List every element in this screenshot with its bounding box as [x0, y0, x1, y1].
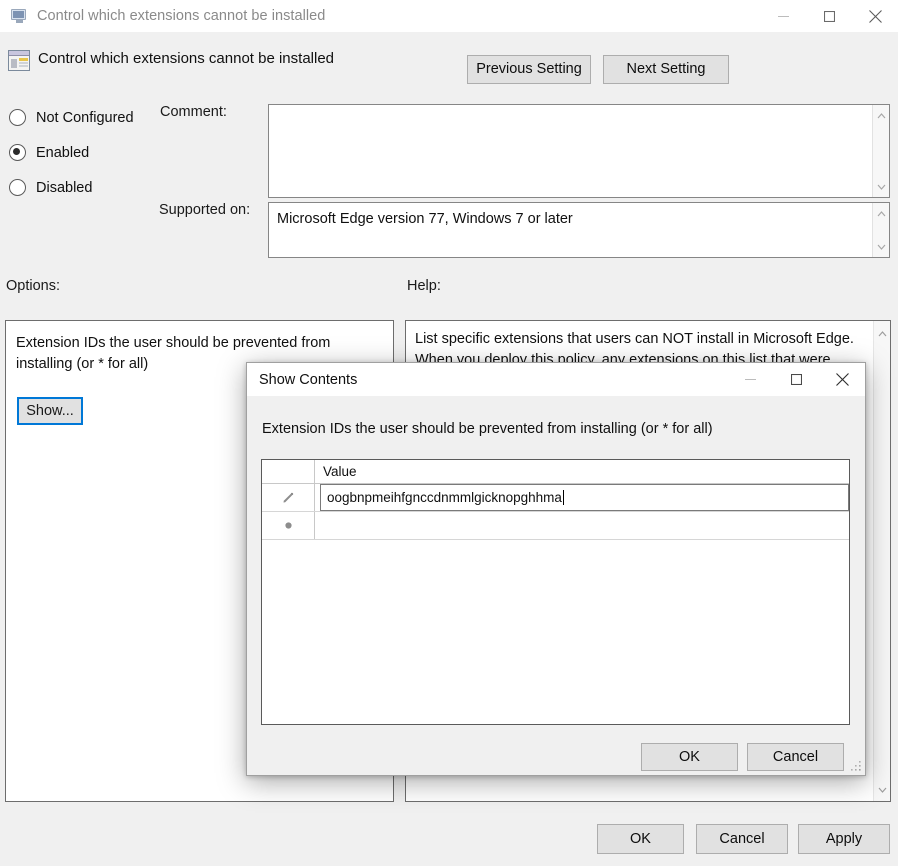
scroll-up-icon[interactable] — [873, 206, 890, 221]
radio-disabled[interactable]: Disabled — [9, 179, 92, 196]
next-setting-button[interactable]: Next Setting — [603, 55, 729, 84]
close-icon[interactable] — [852, 0, 898, 32]
radio-indicator — [9, 179, 26, 196]
text-caret — [563, 490, 564, 505]
apply-button[interactable]: Apply — [798, 824, 890, 854]
radio-label: Disabled — [36, 180, 92, 196]
column-header-value[interactable]: Value — [315, 460, 849, 483]
scroll-up-icon[interactable] — [873, 108, 890, 123]
comment-value[interactable] — [269, 105, 872, 197]
scroll-up-icon[interactable] — [878, 325, 887, 341]
table-row-new[interactable] — [262, 512, 849, 540]
row-value-cell-empty[interactable] — [315, 512, 849, 539]
help-scrollbar[interactable] — [873, 321, 890, 801]
grid-header-row: Value — [262, 460, 849, 484]
modal-titlebar: Show Contents — [247, 363, 865, 396]
resize-grip-icon[interactable] — [850, 760, 862, 772]
radio-enabled[interactable]: Enabled — [9, 144, 89, 161]
supported-on-field: Microsoft Edge version 77, Windows 7 or … — [268, 202, 890, 258]
radio-indicator — [9, 109, 26, 126]
supported-on-scrollbar[interactable] — [872, 203, 889, 257]
ok-button[interactable]: OK — [597, 824, 684, 854]
comment-label: Comment: — [160, 104, 227, 120]
minimize-icon[interactable] — [760, 0, 806, 32]
comment-textarea[interactable] — [268, 104, 890, 198]
previous-setting-button[interactable]: Previous Setting — [467, 55, 591, 84]
pencil-edit-icon — [262, 484, 315, 511]
extension-id-input[interactable]: oogbnpmeihfgnccdnmmlgicknopghhma — [327, 490, 562, 505]
page-title: Control which extensions cannot be insta… — [38, 50, 334, 67]
modal-ok-button[interactable]: OK — [641, 743, 738, 771]
radio-label: Enabled — [36, 145, 89, 161]
scroll-down-icon[interactable] — [873, 239, 890, 254]
group-policy-icon — [8, 50, 30, 71]
show-button[interactable]: Show... — [17, 397, 83, 425]
radio-indicator-selected — [9, 144, 26, 161]
values-grid: Value oogbnpmeihfgnccdnmmlgicknopghhma — [261, 459, 850, 725]
main-window-titlebar: Control which extensions cannot be insta… — [0, 0, 898, 32]
radio-label: Not Configured — [36, 110, 134, 126]
grid-corner-cell — [262, 460, 315, 483]
cancel-button[interactable]: Cancel — [696, 824, 788, 854]
radio-not-configured[interactable]: Not Configured — [9, 109, 134, 126]
scroll-down-icon[interactable] — [878, 781, 887, 797]
maximize-icon[interactable] — [806, 0, 852, 32]
help-label: Help: — [407, 278, 441, 294]
row-value-cell[interactable]: oogbnpmeihfgnccdnmmlgicknopghhma — [315, 484, 849, 511]
modal-subtitle: Extension IDs the user should be prevent… — [262, 421, 713, 437]
comment-scrollbar[interactable] — [872, 105, 889, 197]
window-title: Control which extensions cannot be insta… — [37, 8, 325, 24]
show-contents-dialog: Show Contents Extension IDs the user sho… — [246, 362, 866, 776]
scroll-down-icon[interactable] — [873, 179, 890, 194]
minimize-icon[interactable] — [727, 364, 773, 396]
close-icon[interactable] — [819, 364, 865, 396]
modal-title: Show Contents — [259, 372, 357, 388]
new-row-icon — [262, 512, 315, 539]
supported-on-value: Microsoft Edge version 77, Windows 7 or … — [269, 203, 872, 257]
maximize-icon[interactable] — [773, 364, 819, 396]
monitor-policy-icon — [11, 9, 28, 24]
options-label: Options: — [6, 278, 60, 294]
supported-on-label: Supported on: — [159, 202, 250, 218]
table-row[interactable]: oogbnpmeihfgnccdnmmlgicknopghhma — [262, 484, 849, 512]
modal-cancel-button[interactable]: Cancel — [747, 743, 844, 771]
